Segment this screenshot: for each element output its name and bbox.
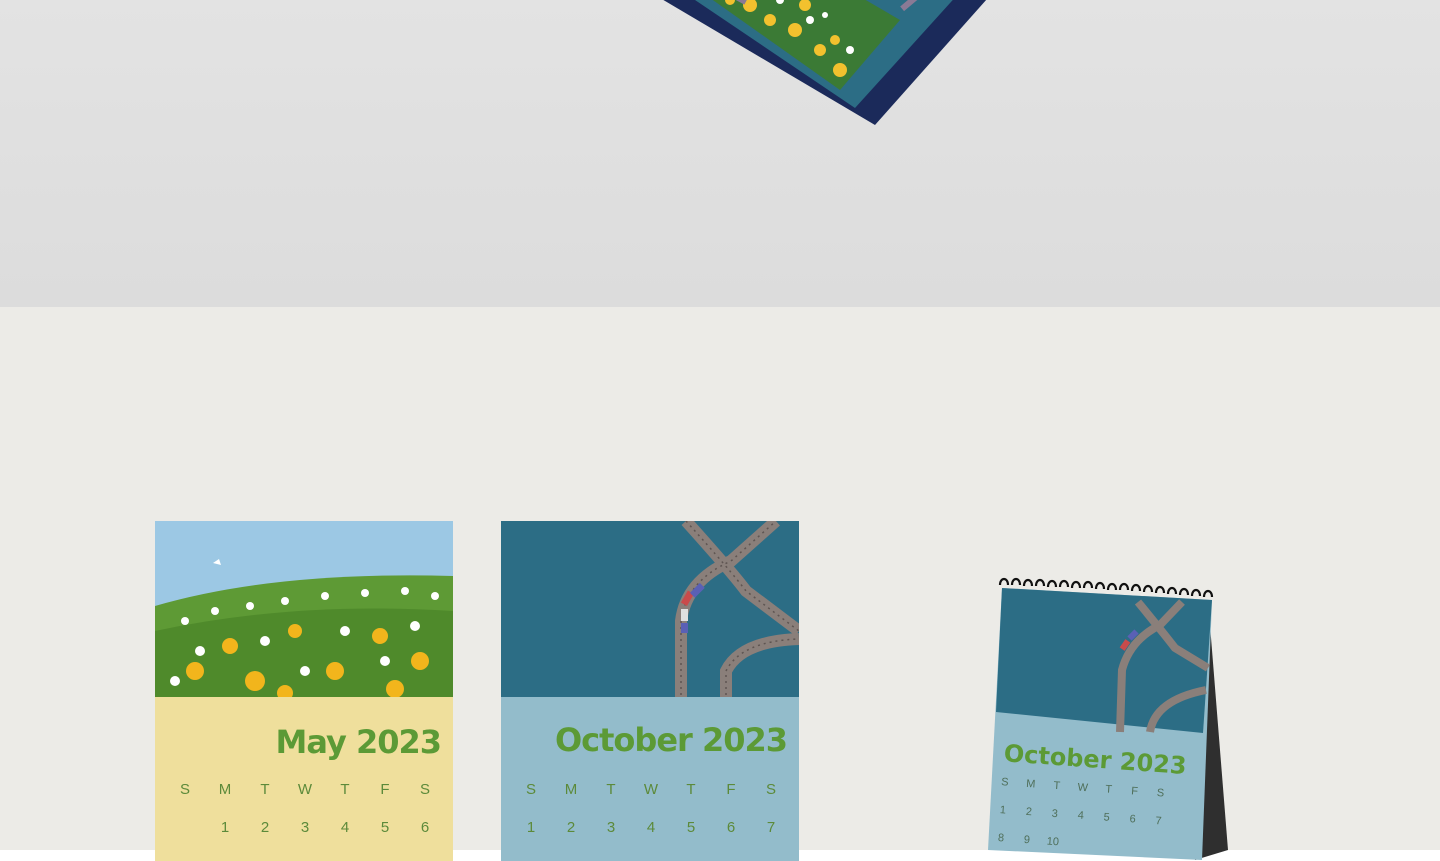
day-cell: 9 (1023, 834, 1030, 846)
weekday-label: S (419, 781, 430, 798)
day-cell: 10 (1046, 835, 1059, 848)
day-cell: 4 (646, 819, 656, 836)
day-row: 1 2 3 4 5 6 (165, 819, 445, 836)
weekday-label: S (179, 781, 190, 798)
weekday-label: S (765, 781, 776, 798)
day-cell: 7 (766, 819, 776, 836)
weekday-label: M (564, 781, 578, 798)
weekday-label: M (1026, 778, 1036, 791)
day-cell: 8 (998, 832, 1005, 844)
weekday-label: F (1131, 785, 1139, 797)
calendar-title: May 2023 (275, 723, 442, 761)
railway-illustration (501, 521, 799, 701)
flower-field-illustration (155, 521, 453, 701)
weekday-row: S M T W T F S (165, 781, 445, 798)
day-cell (167, 819, 203, 836)
day-cell: 3 (300, 819, 310, 836)
weekday-label: W (1077, 781, 1089, 794)
day-cell: 2 (1025, 806, 1032, 818)
day-row: 1 2 3 4 5 6 7 (511, 819, 791, 836)
top-gray-panel (0, 0, 1440, 307)
tilted-calendar-illustration (663, 0, 987, 125)
calendar-card-october: October 2023 S M T W T F S 1 2 3 4 5 6 7 (501, 521, 799, 861)
weekday-label: T (606, 781, 616, 798)
calendar-lower-may: May 2023 S M T W T F S 1 2 3 4 5 6 (155, 697, 453, 861)
calendar-card-may: May 2023 S M T W T F S 1 2 3 4 5 6 (155, 521, 453, 861)
day-cell: 4 (340, 819, 350, 836)
day-cell: 7 (1155, 815, 1162, 827)
weekday-label: S (1156, 787, 1164, 799)
weekday-label: T (1105, 783, 1113, 795)
day-cell: 6 (726, 819, 736, 836)
day-cell: 1 (220, 819, 230, 836)
weekday-label: S (1001, 776, 1009, 788)
weekday-label: F (380, 781, 390, 798)
day-cell: 6 (420, 819, 430, 836)
weekday-label: W (297, 781, 313, 798)
day-cell: 2 (260, 819, 270, 836)
day-cell: 5 (686, 819, 696, 836)
day-cell: 5 (1103, 811, 1110, 823)
calendar-title: October 2023 (554, 721, 788, 759)
day-cell: 1 (999, 804, 1006, 816)
weekday-label: T (1053, 780, 1061, 792)
day-cell: 1 (526, 819, 536, 836)
weekday-label: M (218, 781, 232, 798)
weekday-label: T (340, 781, 350, 798)
desk-calendar-mockup: October 2023 S M T W T F S 1 2 3 4 5 6 7… (988, 577, 1228, 860)
day-cell: 3 (606, 819, 616, 836)
day-cell: 6 (1129, 813, 1136, 825)
calendar-lower-october: October 2023 S M T W T F S 1 2 3 4 5 6 7 (501, 697, 799, 861)
weekday-label: S (525, 781, 536, 798)
weekday-label: T (686, 781, 696, 798)
day-cell: 4 (1077, 810, 1084, 822)
weekday-label: W (643, 781, 659, 798)
weekday-label: T (260, 781, 270, 798)
day-cell: 5 (380, 819, 390, 836)
weekday-label: F (726, 781, 736, 798)
day-cell: 2 (566, 819, 576, 836)
day-cell: 3 (1051, 808, 1058, 820)
weekday-row: S M T W T F S (511, 781, 791, 798)
